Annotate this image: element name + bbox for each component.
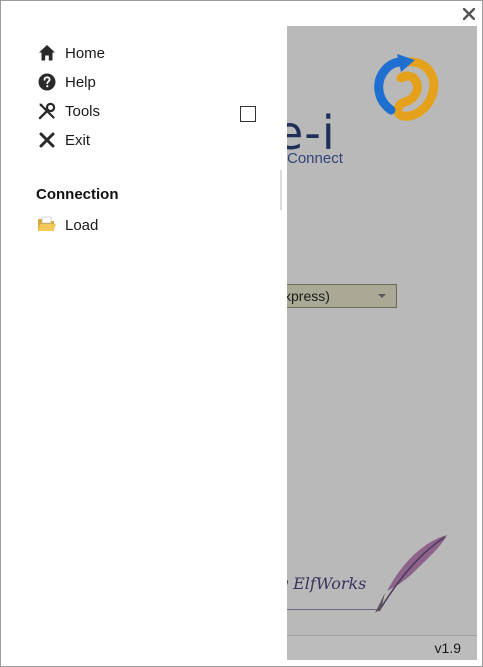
section-title-connection: Connection <box>36 186 119 203</box>
close-icon <box>36 129 58 151</box>
menu-item-load-label: Load <box>65 216 99 234</box>
menu-item-tools-label: Tools <box>65 102 101 120</box>
home-icon <box>36 42 58 64</box>
menu-item-exit-label: Exit <box>65 131 91 149</box>
help-icon <box>36 71 58 93</box>
menu-item-help[interactable]: Help <box>36 69 96 95</box>
dropdown-arrow-icon <box>378 294 386 298</box>
credit-underline <box>287 609 377 610</box>
menu-item-home-label: Home <box>65 44 106 62</box>
close-icon <box>463 8 475 20</box>
menu-item-load[interactable]: Load <box>36 212 98 238</box>
menu-item-tools[interactable]: Tools <box>36 98 100 124</box>
quill-icon <box>375 535 447 613</box>
close-window-button[interactable] <box>460 5 478 23</box>
menu-item-help-label: Help <box>65 73 96 91</box>
menu-item-exit[interactable]: Exit <box>36 127 90 153</box>
navigation-drawer: Home Help Tools Exit Connection Load <box>0 0 283 667</box>
tools-checkbox[interactable] <box>240 106 256 122</box>
app-logo-subtitle: Connect <box>287 150 343 167</box>
credit-text: y ElfWorks <box>287 574 367 593</box>
version-label: v1.9 <box>434 640 461 656</box>
folder-icon <box>36 214 58 236</box>
database-type-dropdown[interactable]: xpress) <box>287 284 397 308</box>
app-logo-icon <box>374 54 439 121</box>
tools-icon <box>36 100 58 122</box>
background-app: e-i Connect xpress) y ElfWorks v1.9 <box>287 26 477 660</box>
menu-item-home[interactable]: Home <box>36 40 105 66</box>
dropdown-value: xpress) <box>287 288 330 304</box>
status-bar: v1.9 <box>287 635 477 660</box>
